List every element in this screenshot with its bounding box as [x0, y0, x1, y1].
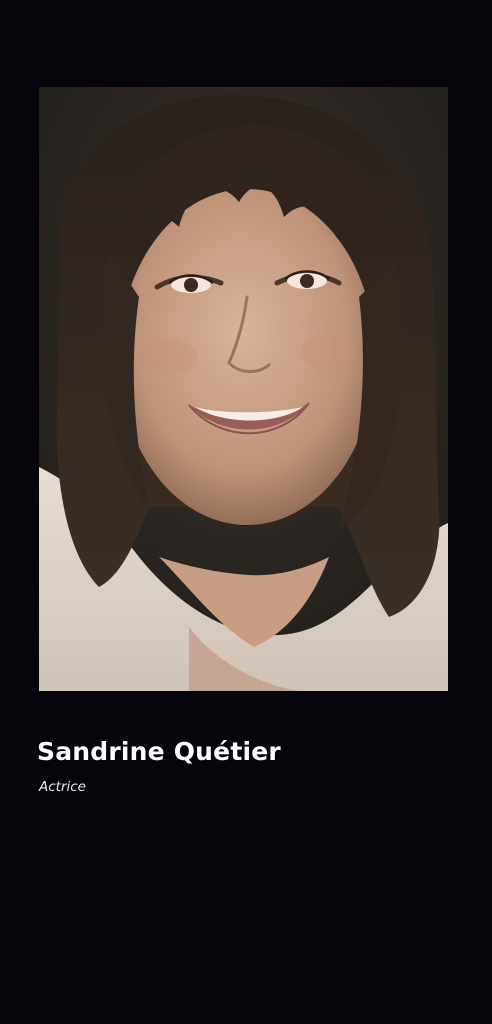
profile-name: Sandrine Quétier: [37, 737, 281, 766]
portrait-illustration: [39, 87, 448, 691]
profile-photo: [39, 87, 448, 691]
profile-info: Sandrine Quétier Actrice: [37, 732, 457, 797]
profile-role: Actrice: [39, 779, 86, 795]
profile-screen: Sandrine Quétier Actrice: [0, 0, 492, 1024]
